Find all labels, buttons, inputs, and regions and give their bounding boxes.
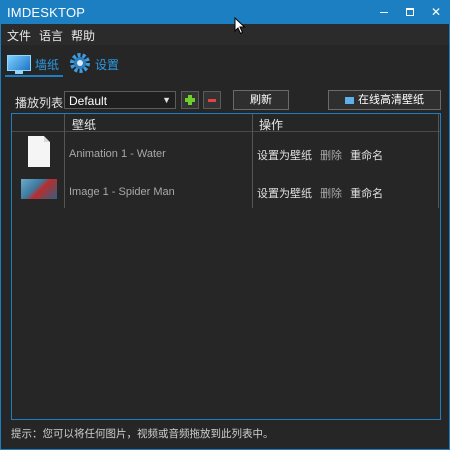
column-header-wallpaper: 壁纸 [72, 118, 97, 132]
row-actions: 设置为壁纸 删除 重命名 [257, 185, 388, 201]
chevron-down-icon: ▼ [162, 95, 171, 105]
add-playlist-button[interactable] [181, 91, 199, 109]
table-row[interactable]: Animation 1 - Water 设置为壁纸 删除 重命名 [12, 134, 440, 172]
menu-bar: 文件 语言 帮助 [1, 24, 449, 45]
column-header-actions: 操作 [259, 118, 284, 132]
image-thumbnail [21, 179, 57, 199]
row-actions: 设置为壁纸 删除 重命名 [257, 147, 388, 163]
tab-settings[interactable]: 设置 [67, 49, 127, 77]
minimize-button[interactable] [371, 1, 397, 24]
minimize-icon [380, 12, 388, 13]
close-button[interactable]: ✕ [423, 1, 449, 24]
tab-settings-label: 设置 [95, 58, 120, 72]
plus-icon [185, 95, 195, 105]
window-title: IMDESKTOP [7, 5, 86, 20]
menu-file[interactable]: 文件 [7, 27, 31, 44]
rename-link[interactable]: 重命名 [350, 188, 383, 200]
close-icon: ✕ [430, 5, 442, 19]
menu-help[interactable]: 帮助 [71, 27, 95, 44]
camera-icon [345, 97, 354, 104]
maximize-button[interactable] [397, 1, 423, 24]
monitor-stand [15, 71, 23, 74]
menu-language[interactable]: 语言 [39, 27, 63, 44]
wallpaper-name: Image 1 - Spider Man [69, 186, 175, 198]
mouse-cursor-icon [234, 17, 246, 35]
remove-playlist-button[interactable] [203, 91, 221, 109]
maximize-icon [406, 8, 414, 16]
tab-wallpaper-label: 墙纸 [35, 58, 60, 72]
title-bar[interactable]: IMDESKTOP ✕ [1, 1, 449, 24]
refresh-button[interactable]: 刷新 [233, 90, 289, 110]
tab-wallpaper[interactable]: 墙纸 [5, 49, 63, 77]
app-window: IMDESKTOP ✕ 文件 语言 帮助 墙纸 设置 播放列表： Default… [0, 0, 450, 450]
set-wallpaper-link[interactable]: 设置为壁纸 [257, 150, 312, 162]
table-row[interactable]: Image 1 - Spider Man 设置为壁纸 删除 重命名 [12, 172, 440, 210]
tab-bar: 墙纸 设置 [1, 45, 449, 81]
table-header: 壁纸 操作 [12, 114, 440, 132]
playlist-select[interactable]: Default ▼ [64, 91, 176, 109]
delete-link[interactable]: 删除 [320, 188, 342, 200]
set-wallpaper-link[interactable]: 设置为壁纸 [257, 188, 312, 200]
hint-text: 提示：您可以将任何图片，视频或音频拖放到此列表中。 [11, 428, 274, 440]
wallpaper-name: Animation 1 - Water [69, 148, 166, 160]
online-wallpaper-button[interactable]: 在线高清壁纸 [328, 90, 441, 110]
delete-link[interactable]: 删除 [320, 150, 342, 162]
monitor-icon [7, 55, 31, 71]
wallpaper-table: 壁纸 操作 Animation 1 - Water 设置为壁纸 删除 重命名 I… [11, 113, 441, 420]
online-wallpaper-label: 在线高清壁纸 [358, 94, 424, 106]
rename-link[interactable]: 重命名 [350, 150, 383, 162]
gear-icon [70, 53, 90, 73]
file-icon [28, 136, 50, 167]
minus-icon [208, 99, 216, 102]
playlist-select-value: Default [69, 94, 108, 108]
